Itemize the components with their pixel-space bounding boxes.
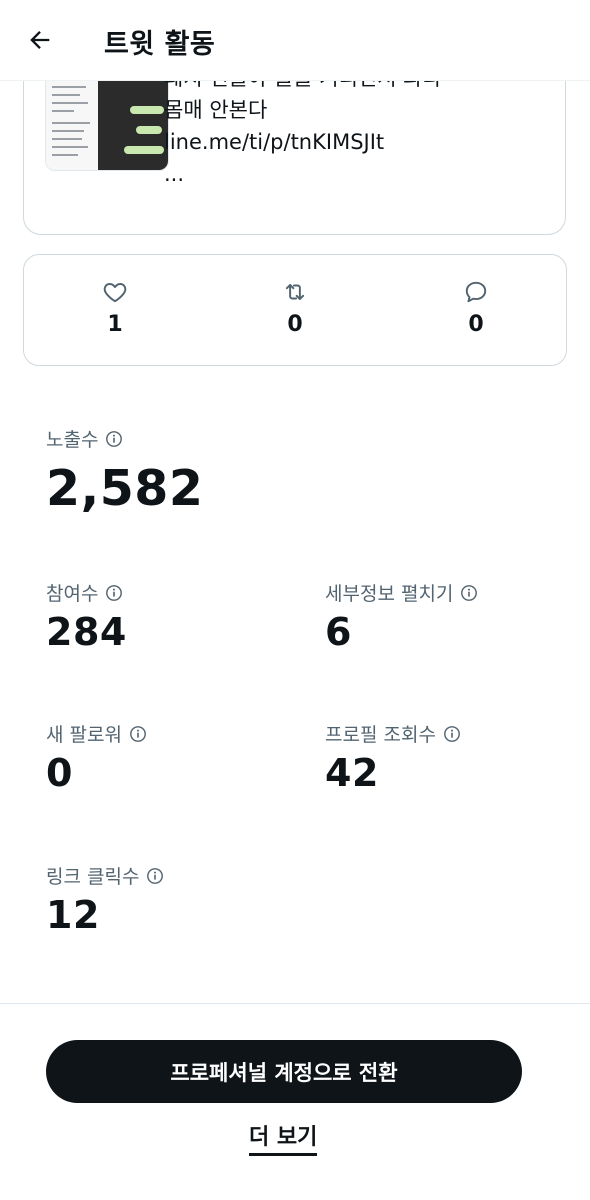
like-count: 1	[107, 312, 123, 337]
tweet-line: 몸매 안본다	[164, 98, 268, 122]
link-clicks-label: 링크 클릭수	[46, 866, 140, 888]
more-link[interactable]: 더 보기	[249, 1119, 318, 1156]
profile-visits-metric: 프로필 조회수 42	[325, 720, 461, 795]
engagements-value: 284	[46, 610, 127, 654]
profile-visits-label: 프로필 조회수	[325, 724, 436, 746]
profile-visits-value: 42	[325, 751, 379, 795]
detail-expands-value: 6	[325, 610, 352, 654]
retweet-stat[interactable]: 0	[265, 279, 325, 337]
impressions-metric: 노출수 2,582	[46, 425, 204, 517]
retweet-count: 0	[287, 312, 303, 337]
detail-expands-metric: 세부정보 펼치기 6	[325, 579, 478, 654]
engagements-metric: 참여수 284	[46, 579, 127, 654]
divider	[0, 1003, 590, 1004]
retweet-icon	[285, 283, 305, 301]
info-icon[interactable]	[146, 867, 164, 885]
tweet-text: 돼지 년들아 꿀꿀 거리면서 와라 몸매 안본다 line.me/ti/p/tn…	[164, 62, 442, 190]
impressions-value: 2,582	[46, 460, 204, 517]
page-title: 트윗 활동	[104, 29, 216, 60]
info-icon[interactable]	[460, 584, 478, 602]
impressions-label: 노출수	[46, 429, 99, 451]
info-icon[interactable]	[129, 725, 147, 743]
switch-to-professional-button[interactable]: 프로페셔널 계정으로 전환	[46, 1040, 522, 1103]
heart-icon	[103, 283, 127, 303]
new-followers-metric: 새 팔로워 0	[46, 720, 147, 795]
reply-count: 0	[468, 312, 484, 337]
link-clicks-metric: 링크 클릭수 12	[46, 862, 164, 937]
link-clicks-value: 12	[46, 893, 100, 937]
detail-expands-label: 세부정보 펼치기	[325, 583, 454, 605]
engagement-card: 1 0 0	[23, 254, 567, 366]
tweet-ellipsis: ...	[164, 162, 185, 186]
back-button[interactable]	[24, 24, 56, 56]
new-followers-label: 새 팔로워	[46, 724, 122, 746]
reply-stat[interactable]: 0	[446, 279, 506, 337]
engagements-label: 참여수	[46, 583, 99, 605]
top-app-bar: 트윗 활동	[0, 0, 590, 81]
like-stat[interactable]: 1	[85, 279, 145, 337]
info-icon[interactable]	[443, 725, 461, 743]
tweet-link[interactable]: line.me/ti/p/tnKIMSJIt	[164, 126, 442, 158]
info-icon[interactable]	[105, 430, 123, 448]
new-followers-value: 0	[46, 751, 73, 795]
arrow-left-icon	[30, 31, 50, 49]
info-icon[interactable]	[105, 584, 123, 602]
reply-icon	[465, 281, 487, 303]
